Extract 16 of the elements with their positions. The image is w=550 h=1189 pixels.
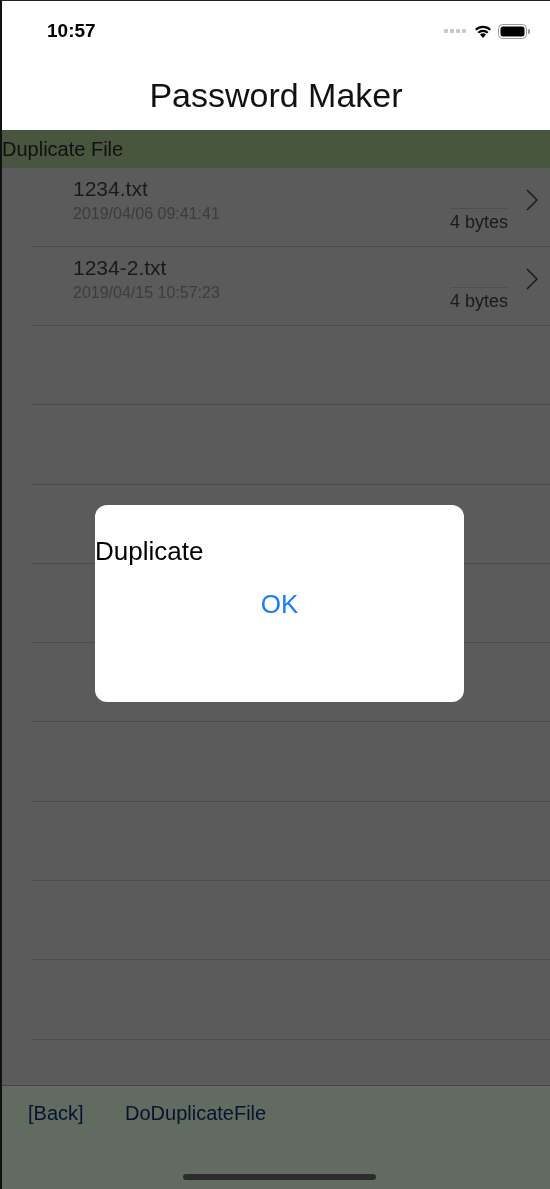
toolbar-button[interactable]: [Back] bbox=[28, 1102, 84, 1125]
toolbar-button[interactable]: DoDuplicateFile bbox=[125, 1102, 267, 1125]
wifi-icon bbox=[474, 24, 492, 38]
file-size: 4 bytes bbox=[449, 286, 508, 312]
ok-button[interactable]: OK bbox=[260, 589, 299, 620]
status-time: 10:57 bbox=[47, 20, 96, 42]
file-name: 1234-2.txt bbox=[73, 256, 168, 280]
chevron-icon bbox=[526, 268, 538, 290]
alert-message: Duplicate bbox=[95, 536, 204, 567]
battery-icon bbox=[498, 23, 530, 39]
file-size: 4 bytes bbox=[449, 207, 508, 233]
nav-title: Password Maker bbox=[149, 76, 403, 115]
section-header: Duplicate File bbox=[2, 137, 124, 161]
chevron-icon bbox=[526, 189, 538, 211]
file-name: 1234.txt bbox=[73, 177, 149, 201]
signal-icon bbox=[444, 28, 468, 34]
